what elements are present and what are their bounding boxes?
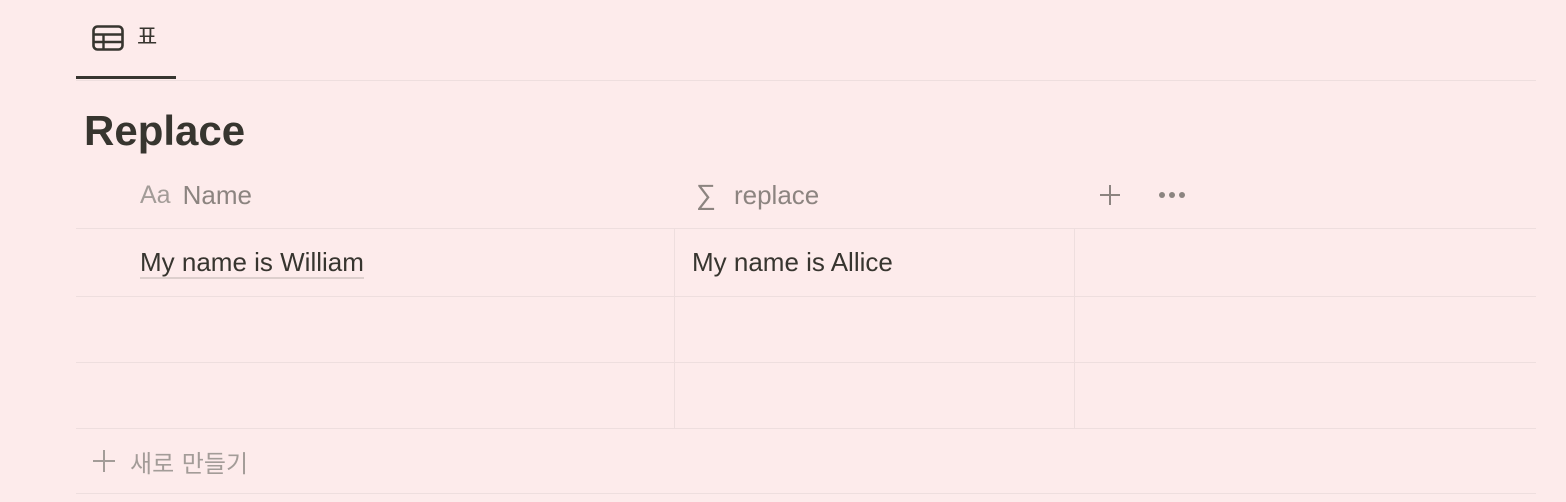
name-cell[interactable]: My name is William — [76, 229, 675, 296]
formula-value: My name is Allice — [692, 247, 893, 277]
database-page: 표 Replace Aa Name ∑ replace My name is W… — [0, 0, 1566, 502]
plus-icon — [90, 447, 118, 475]
view-tab-bar: 표 — [76, 0, 1536, 81]
tab-table-view[interactable]: 표 — [76, 0, 176, 79]
text-type-icon: Aa — [140, 180, 171, 209]
table-row — [76, 363, 1536, 429]
column-header-label: Name — [182, 179, 252, 210]
new-row-button[interactable]: 새로 만들기 — [76, 429, 1536, 494]
database-title[interactable]: Replace — [84, 104, 245, 158]
table-icon — [92, 25, 124, 51]
name-cell[interactable] — [76, 363, 675, 428]
table-header-row: Aa Name ∑ replace — [76, 162, 1536, 229]
plus-icon — [1100, 185, 1120, 205]
empty-cell — [1075, 229, 1536, 296]
new-row-label: 새로 만들기 — [130, 449, 249, 478]
table-row — [76, 297, 1536, 363]
name-cell[interactable] — [76, 297, 675, 362]
column-header-replace[interactable]: ∑ replace — [696, 162, 1076, 228]
database-table: Aa Name ∑ replace My name is William My … — [76, 162, 1536, 494]
replace-cell[interactable] — [675, 297, 1075, 362]
empty-cell — [1075, 363, 1536, 428]
table-row: My name is William My name is Allice — [76, 229, 1536, 297]
add-property-button[interactable] — [1094, 179, 1126, 211]
empty-cell — [1075, 297, 1536, 362]
tab-label: 표 — [137, 25, 158, 50]
replace-cell[interactable]: My name is Allice — [675, 229, 1075, 296]
sigma-formula-icon: ∑ — [696, 179, 716, 210]
more-options-button[interactable] — [1156, 179, 1188, 211]
column-header-name[interactable]: Aa Name — [140, 162, 674, 228]
more-horizontal-icon — [1159, 192, 1185, 198]
replace-cell[interactable] — [675, 363, 1075, 428]
column-header-label: replace — [733, 179, 820, 210]
page-link[interactable]: My name is William — [140, 247, 364, 279]
